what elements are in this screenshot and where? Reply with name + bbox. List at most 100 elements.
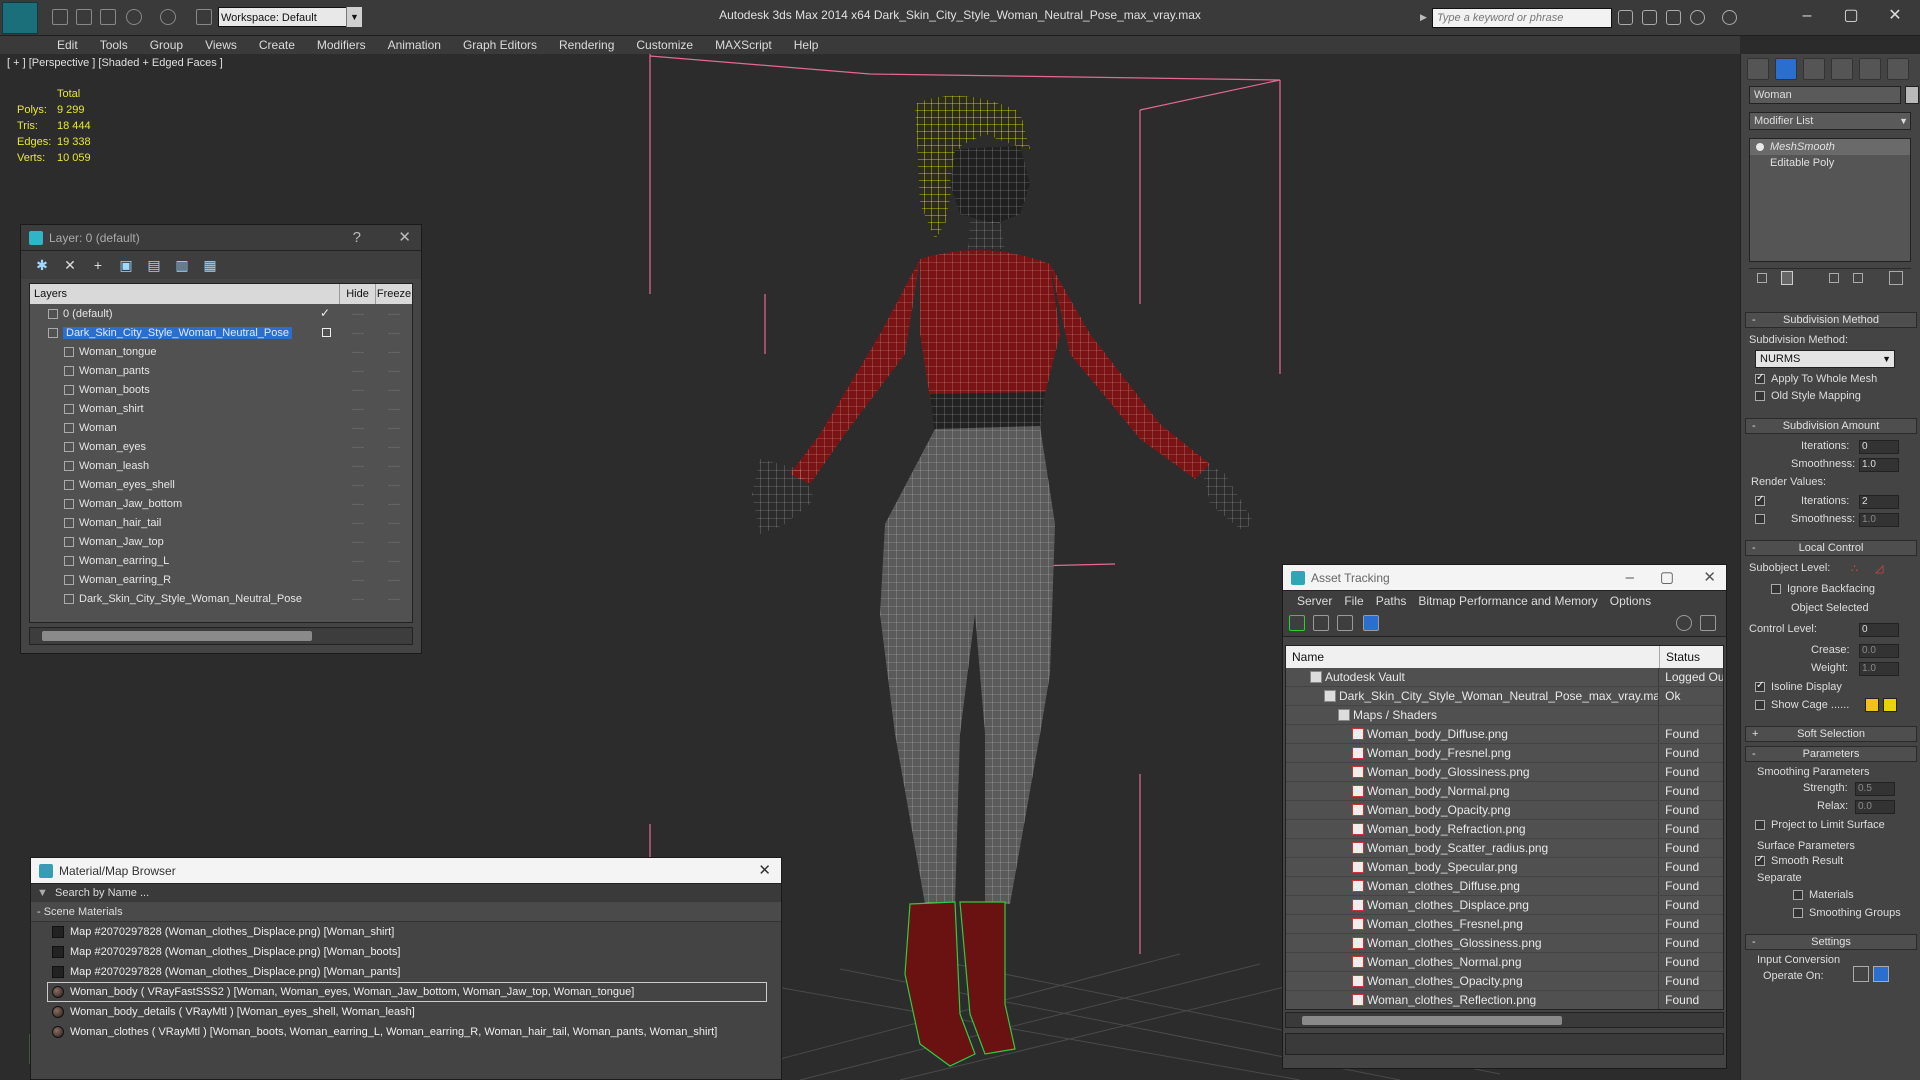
menu-paths[interactable]: Paths <box>1370 594 1413 608</box>
column-status[interactable]: Status <box>1660 646 1700 668</box>
asset-row[interactable]: Autodesk Vault Logged Out <box>1286 668 1723 687</box>
smooth-result-checkbox[interactable] <box>1755 854 1765 866</box>
close-icon[interactable]: ✕ <box>398 225 411 251</box>
layer-hide-toggle[interactable]: ---- <box>340 575 376 585</box>
workspace-dropdown[interactable]: Workspace: Default <box>218 7 362 27</box>
highlight-layer-icon[interactable]: ▤ <box>145 256 163 274</box>
rollup-subdivision-method[interactable]: - Subdivision Method <box>1745 312 1917 328</box>
asset-row[interactable]: Woman_clothes_Glossiness.png Found <box>1286 934 1723 953</box>
menu-maxscript[interactable]: MAXScript <box>704 36 783 54</box>
remove-modifier-icon[interactable] <box>1853 273 1863 283</box>
layer-freeze-toggle[interactable]: ---- <box>376 309 412 319</box>
layer-hide-toggle[interactable]: ---- <box>340 480 376 490</box>
motion-tab-icon[interactable] <box>1831 58 1853 80</box>
material-browser-title[interactable]: Material/Map Browser ✕ <box>31 858 781 884</box>
material-list-item[interactable]: Woman_body ( VRayFastSSS2 ) [Woman, Woma… <box>47 982 767 1002</box>
apply-whole-mesh-checkbox[interactable] <box>1755 372 1765 384</box>
layer-row[interactable]: 0 (default) ---- ---- ✓ <box>30 304 412 323</box>
layer-freeze-toggle[interactable]: ---- <box>376 328 412 338</box>
menu-file[interactable]: File <box>1338 594 1369 608</box>
menu-bitmap-performance[interactable]: Bitmap Performance and Memory <box>1412 594 1603 608</box>
layer-freeze-toggle[interactable]: ---- <box>376 423 412 433</box>
menu-help[interactable]: Help <box>783 36 830 54</box>
asset-row[interactable]: Woman_body_Specular.png Found <box>1286 858 1723 877</box>
modify-tab-icon[interactable] <box>1775 58 1797 80</box>
undo-icon[interactable] <box>126 9 142 25</box>
lightbulb-icon[interactable] <box>1756 143 1764 151</box>
layer-freeze-toggle[interactable]: ---- <box>376 461 412 471</box>
material-list-item[interactable]: Woman_clothes ( VRayMtl ) [Woman_boots, … <box>47 1022 767 1042</box>
layer-row[interactable]: Woman_Jaw_top ---- ---- <box>30 532 412 551</box>
asset-row[interactable]: Woman_body_Normal.png Found <box>1286 782 1723 801</box>
utilities-tab-icon[interactable] <box>1887 58 1909 80</box>
map-list-item[interactable]: Map #2070297828 (Woman_clothes_Displace.… <box>47 942 767 962</box>
asset-row[interactable]: Woman_body_Scatter_radius.png Found <box>1286 839 1723 858</box>
close-icon[interactable]: ✕ <box>758 858 771 884</box>
layer-freeze-toggle[interactable]: ---- <box>376 594 412 604</box>
smoothness-spinner[interactable]: 1.0 <box>1859 458 1899 472</box>
menu-group[interactable]: Group <box>139 36 194 54</box>
layer-hide-toggle[interactable]: ---- <box>340 328 376 338</box>
minimize-button[interactable]: – <box>1790 4 1824 28</box>
communication-icon[interactable] <box>1666 10 1681 25</box>
layer-freeze-toggle[interactable]: ---- <box>376 575 412 585</box>
layer-freeze-toggle[interactable]: ---- <box>376 480 412 490</box>
open-file-icon[interactable] <box>76 9 92 25</box>
layer-row[interactable]: Woman_boots ---- ---- <box>30 380 412 399</box>
map-list-item[interactable]: Map #2070297828 (Woman_clothes_Displace.… <box>47 962 767 982</box>
rollup-parameters[interactable]: - Parameters <box>1745 746 1917 762</box>
project-limit-surface-checkbox[interactable] <box>1755 820 1765 830</box>
star-icon[interactable] <box>1690 10 1705 25</box>
material-list-item[interactable]: Woman_body_details ( VRayMtl ) [Woman_ey… <box>47 1002 767 1022</box>
new-file-icon[interactable] <box>52 9 68 25</box>
help-button[interactable]: ? <box>353 225 361 251</box>
help-search-input[interactable]: Type a keyword or phrase <box>1432 8 1612 28</box>
layer-hide-toggle[interactable]: ---- <box>340 442 376 452</box>
separate-smoothing-groups-checkbox[interactable] <box>1793 908 1803 918</box>
create-layer-icon[interactable]: ✱ <box>33 256 51 274</box>
control-level-spinner[interactable]: 0 <box>1859 623 1899 637</box>
layer-freeze-toggle[interactable]: ---- <box>376 347 412 357</box>
layer-row[interactable]: Dark_Skin_City_Style_Woman_Neutral_Pose -… <box>30 323 412 342</box>
chevron-down-icon[interactable]: ▼ <box>37 884 48 902</box>
layer-row[interactable]: Woman_earring_R ---- ---- <box>30 570 412 589</box>
menu-modifiers[interactable]: Modifiers <box>306 36 377 54</box>
menu-server[interactable]: Server <box>1291 594 1338 608</box>
menu-create[interactable]: Create <box>248 36 306 54</box>
vertex-level-icon[interactable]: ∴ <box>1851 562 1858 575</box>
redo-icon[interactable] <box>160 9 176 25</box>
scrollbar-thumb[interactable] <box>42 631 312 641</box>
column-layers[interactable]: Layers <box>30 284 340 304</box>
layer-hide-toggle[interactable]: ---- <box>340 537 376 547</box>
layer-freeze-toggle[interactable]: ---- <box>376 366 412 376</box>
viewport-label[interactable]: [ + ] [Perspective ] [Shaded + Edged Fac… <box>7 57 223 69</box>
rollup-local-control[interactable]: - Local Control <box>1745 540 1917 556</box>
minimize-button[interactable]: – <box>1626 565 1634 591</box>
left-boot-mesh[interactable] <box>959 901 1016 1055</box>
display-tab-icon[interactable] <box>1859 58 1881 80</box>
layer-row[interactable]: Woman_tongue ---- ---- <box>30 342 412 361</box>
close-icon[interactable]: ✕ <box>1703 565 1716 591</box>
layer-freeze-toggle[interactable]: ---- <box>376 556 412 566</box>
layer-row[interactable]: Woman_shirt ---- ---- <box>30 399 412 418</box>
rollup-settings[interactable]: - Settings <box>1745 934 1917 950</box>
ignore-backfacing-checkbox[interactable] <box>1771 584 1781 594</box>
thumbnail-view-icon[interactable] <box>1337 615 1353 631</box>
subscription-icon[interactable] <box>1642 10 1657 25</box>
operate-on-polygons-icon[interactable] <box>1873 966 1889 982</box>
layer-freeze-toggle[interactable]: ---- <box>376 442 412 452</box>
rollup-subdivision-amount[interactable]: - Subdivision Amount <box>1745 418 1917 434</box>
layer-freeze-toggle[interactable]: ---- <box>376 499 412 509</box>
layer-hide-toggle[interactable]: ---- <box>340 518 376 528</box>
layer-row[interactable]: Woman ---- ---- <box>30 418 412 437</box>
active-layer-check-icon[interactable]: ✓ <box>320 306 330 320</box>
layer-row[interactable]: Woman_pants ---- ---- <box>30 361 412 380</box>
menu-animation[interactable]: Animation <box>377 36 452 54</box>
layer-row[interactable]: Woman_hair_tail ---- ---- <box>30 513 412 532</box>
chevron-down-icon[interactable]: ▼ <box>346 7 362 27</box>
asset-row[interactable]: Woman_clothes_Normal.png Found <box>1286 953 1723 972</box>
project-folder-icon[interactable] <box>196 9 212 25</box>
asset-row[interactable]: Woman_clothes_Reflection.png Found <box>1286 991 1723 1009</box>
asset-row[interactable]: Maps / Shaders <box>1286 706 1723 725</box>
layer-row[interactable]: Woman_eyes ---- ---- <box>30 437 412 456</box>
